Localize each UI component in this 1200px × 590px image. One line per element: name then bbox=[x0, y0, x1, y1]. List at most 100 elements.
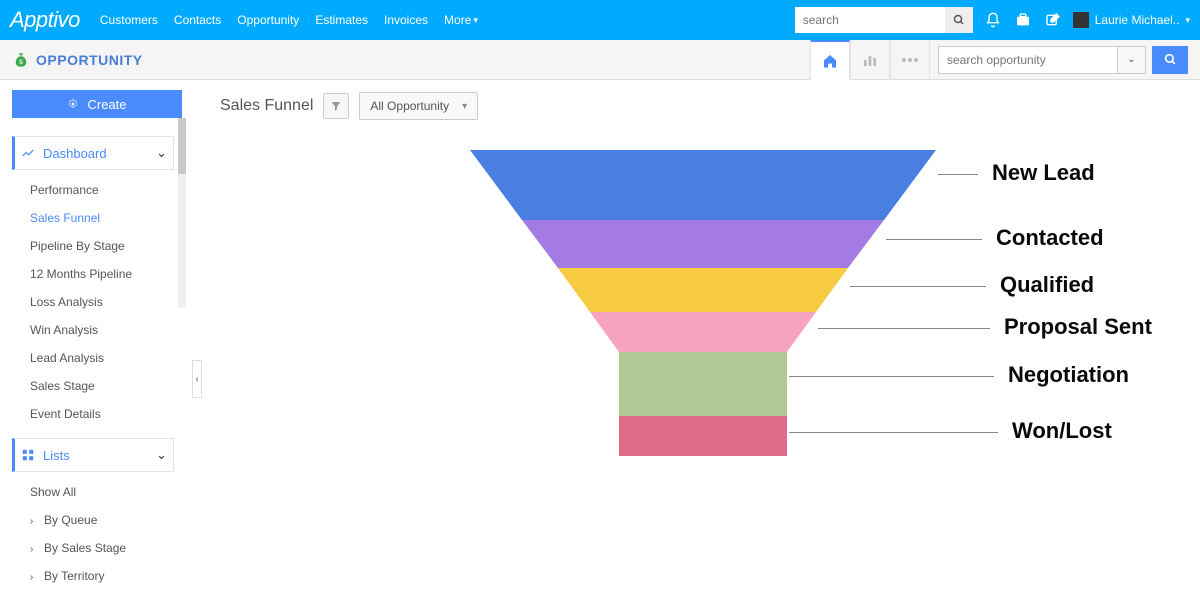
global-search-group bbox=[795, 7, 973, 33]
funnel-stage: Qualified bbox=[470, 268, 1152, 312]
nav-more[interactable]: More ▾ bbox=[444, 13, 478, 27]
funnel-stage: Proposal Sent bbox=[470, 312, 1152, 352]
filter-button[interactable] bbox=[323, 93, 349, 119]
content-area: Sales Funnel All Opportunity New Lead Con… bbox=[200, 80, 1200, 528]
sidebar-lists-list: Show All ›By Queue ›By Sales Stage ›By T… bbox=[12, 472, 192, 590]
funnel-stage: Negotiation bbox=[470, 352, 1152, 416]
nav-opportunity[interactable]: Opportunity bbox=[237, 13, 299, 27]
sidebar-lists-header[interactable]: Lists ⌄ bbox=[12, 438, 174, 472]
notes-button[interactable] bbox=[1043, 10, 1063, 30]
nav-invoices[interactable]: Invoices bbox=[384, 13, 428, 27]
caret-icon: › bbox=[30, 544, 40, 555]
chevron-down-icon: ▾ bbox=[473, 15, 478, 26]
bell-icon bbox=[985, 12, 1001, 28]
subheader-right: ⌄ bbox=[810, 40, 1188, 80]
funnel-segment bbox=[558, 268, 848, 312]
sidebar-item-12-months-pipeline[interactable]: 12 Months Pipeline bbox=[12, 260, 192, 288]
funnel-connector-line bbox=[818, 328, 990, 329]
sidebar-item-show-all[interactable]: Show All bbox=[12, 478, 192, 506]
sidebar-item-event-details[interactable]: Event Details bbox=[12, 400, 192, 428]
sidebar-item-performance[interactable]: Performance bbox=[12, 176, 192, 204]
opportunity-search-button[interactable] bbox=[1152, 46, 1188, 74]
funnel-stage-label: Qualified bbox=[986, 272, 1094, 298]
sidebar-item-by-queue[interactable]: ›By Queue bbox=[12, 506, 192, 534]
funnel-connector-line bbox=[938, 174, 978, 175]
search-icon bbox=[1164, 53, 1177, 66]
sidebar-item-by-territory[interactable]: ›By Territory bbox=[12, 562, 192, 590]
sidebar-item-win-analysis[interactable]: Win Analysis bbox=[12, 316, 192, 344]
funnel-chart: New Lead Contacted Qualified Proposal Sent N… bbox=[470, 150, 1152, 456]
sidebar-lists-group: Lists ⌄ Show All ›By Queue ›By Sales Sta… bbox=[12, 438, 192, 590]
chevron-down-icon: ⌄ bbox=[1127, 54, 1135, 65]
funnel-stage: New Lead bbox=[470, 150, 1152, 220]
sidebar-item-sales-stage[interactable]: Sales Stage bbox=[12, 372, 192, 400]
sidebar-dashboard-group: Dashboard ⌄ Performance Sales Funnel Pip… bbox=[12, 136, 192, 428]
sidebar-scrollbar-thumb[interactable] bbox=[178, 118, 186, 174]
opportunity-search-dropdown[interactable]: ⌄ bbox=[1118, 46, 1146, 74]
sidebar-scrollbar-track[interactable] bbox=[178, 118, 186, 308]
notifications-button[interactable] bbox=[983, 10, 1003, 30]
sidebar-item-label: By Sales Stage bbox=[44, 541, 126, 555]
sidebar-dashboard-header[interactable]: Dashboard ⌄ bbox=[12, 136, 174, 170]
chevron-left-icon: ‹ bbox=[195, 374, 198, 385]
module-header: $ OPPORTUNITY ⌄ bbox=[0, 40, 1200, 80]
home-view-button[interactable] bbox=[810, 40, 850, 80]
funnel-stage-label: Negotiation bbox=[994, 362, 1129, 388]
topbar-right: Laurie Michael.. ▾ bbox=[795, 7, 1190, 33]
create-button-label: Create bbox=[87, 97, 126, 112]
funnel-segment bbox=[470, 150, 936, 220]
chevron-down-icon: ⌄ bbox=[156, 447, 167, 463]
compose-icon bbox=[1045, 12, 1061, 28]
apps-button[interactable] bbox=[1013, 10, 1033, 30]
svg-text:$: $ bbox=[19, 58, 23, 65]
user-name: Laurie Michael.. bbox=[1095, 13, 1180, 27]
more-views-button[interactable] bbox=[890, 40, 930, 80]
sidebar-dashboard-list: Performance Sales Funnel Pipeline By Sta… bbox=[12, 170, 192, 428]
grid-icon bbox=[21, 448, 35, 462]
funnel-stage-label: New Lead bbox=[978, 160, 1095, 186]
nav-estimates[interactable]: Estimates bbox=[315, 13, 368, 27]
sidebar-item-lead-analysis[interactable]: Lead Analysis bbox=[12, 344, 192, 372]
line-chart-icon bbox=[21, 146, 35, 160]
bar-chart-icon bbox=[862, 52, 878, 68]
chart-view-button[interactable] bbox=[850, 40, 890, 80]
chevron-down-icon: ⌄ bbox=[156, 145, 167, 161]
nav-links: Customers Contacts Opportunity Estimates… bbox=[100, 13, 478, 27]
sidebar-dashboard-label: Dashboard bbox=[43, 146, 107, 161]
gear-icon bbox=[67, 98, 79, 110]
briefcase-icon bbox=[1015, 12, 1031, 28]
opportunity-search-group: ⌄ bbox=[938, 46, 1188, 74]
user-menu[interactable]: Laurie Michael.. ▾ bbox=[1073, 12, 1190, 28]
sidebar-item-label: By Queue bbox=[44, 513, 97, 527]
nav-customers[interactable]: Customers bbox=[100, 13, 158, 27]
funnel-connector-line bbox=[789, 376, 994, 377]
main-layout: Create Dashboard ⌄ Performance Sales Fun… bbox=[0, 80, 1200, 528]
funnel-connector-line bbox=[789, 432, 998, 433]
money-bag-icon: $ bbox=[12, 51, 30, 69]
nav-contacts[interactable]: Contacts bbox=[174, 13, 221, 27]
funnel-connector-line bbox=[886, 239, 982, 240]
global-search-input[interactable] bbox=[795, 7, 945, 33]
sidebar-item-pipeline-by-stage[interactable]: Pipeline By Stage bbox=[12, 232, 192, 260]
sidebar-lists-label: Lists bbox=[43, 448, 70, 463]
content-header: Sales Funnel All Opportunity bbox=[220, 92, 1180, 120]
sidebar: Create Dashboard ⌄ Performance Sales Fun… bbox=[0, 80, 200, 528]
funnel-stage-label: Won/Lost bbox=[998, 418, 1112, 444]
global-search-button[interactable] bbox=[945, 7, 973, 33]
opportunity-filter-dropdown[interactable]: All Opportunity bbox=[359, 92, 478, 120]
caret-icon: › bbox=[30, 572, 40, 583]
module-title: OPPORTUNITY bbox=[36, 52, 143, 68]
opportunity-filter-label: All Opportunity bbox=[370, 99, 449, 113]
opportunity-search-input[interactable] bbox=[938, 46, 1118, 74]
chevron-down-icon: ▾ bbox=[1185, 15, 1190, 26]
create-button[interactable]: Create bbox=[12, 90, 182, 118]
funnel-segment bbox=[590, 312, 816, 352]
funnel-segment bbox=[619, 352, 787, 416]
funnel-filter-icon bbox=[330, 100, 342, 112]
page-title: Sales Funnel bbox=[220, 97, 313, 115]
funnel-stage-label: Contacted bbox=[982, 225, 1104, 251]
funnel-stage: Won/Lost bbox=[470, 416, 1152, 456]
sidebar-item-sales-funnel[interactable]: Sales Funnel bbox=[12, 204, 192, 232]
sidebar-item-loss-analysis[interactable]: Loss Analysis bbox=[12, 288, 192, 316]
sidebar-item-by-sales-stage[interactable]: › By Sales Stage bbox=[12, 534, 192, 562]
